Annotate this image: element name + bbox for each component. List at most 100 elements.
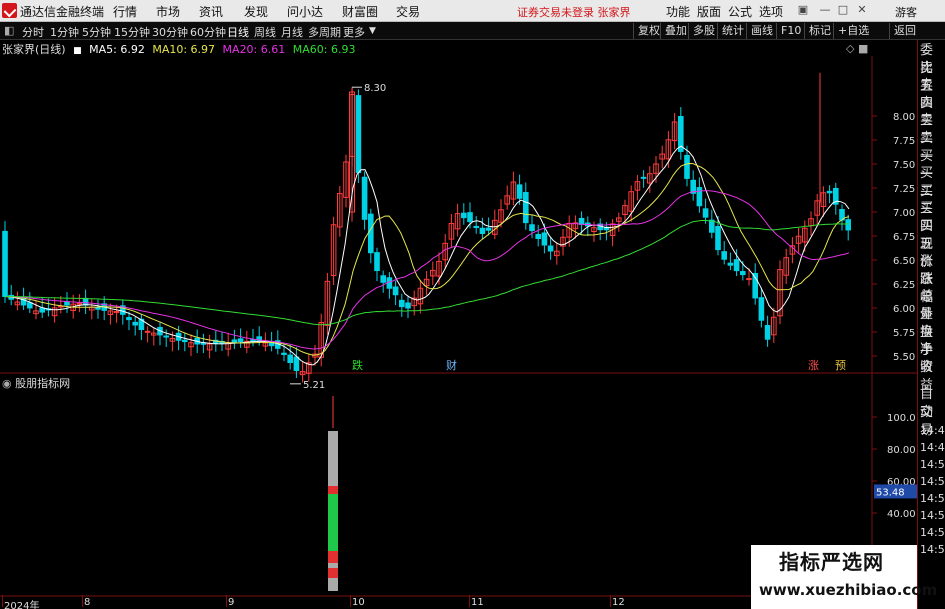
candle-body	[182, 339, 188, 343]
menu-faxian[interactable]: 发现	[244, 3, 268, 20]
f10-button[interactable]: F10	[776, 23, 801, 39]
sub-red-bottom	[328, 551, 338, 563]
duogu-button[interactable]: 多股	[688, 23, 715, 39]
price-label: 8.00	[893, 112, 915, 123]
candle-body	[392, 286, 399, 296]
date-label: 2024年	[4, 601, 40, 609]
candle-body	[740, 271, 746, 276]
date-label: 12	[612, 597, 625, 608]
period-1min[interactable]: 1分钟	[50, 24, 79, 40]
candle-body	[380, 275, 386, 283]
ma60-value: MA60: 6.93	[292, 43, 356, 56]
candle-body	[399, 299, 405, 308]
date-label: 9	[228, 597, 235, 608]
candle-body	[95, 307, 101, 310]
kline-chart[interactable]: 8.30 5.21 8.00 7.75 7.50 7.25 7.00 6.75 6.50 6.2…	[0, 56, 917, 597]
sub-collapse-icon[interactable]: ◉	[2, 377, 12, 390]
menu-gongneng[interactable]: 功能	[666, 3, 690, 20]
minimize-icon[interactable]: —	[818, 3, 832, 17]
skin-icon[interactable]: ▣	[796, 3, 810, 17]
period-weekly[interactable]: 周线	[254, 24, 276, 40]
candle-body	[578, 217, 585, 225]
candle-body	[845, 219, 852, 231]
sub-red-top	[328, 486, 338, 494]
price-label: 7.75	[893, 136, 915, 147]
candle-body	[467, 212, 473, 223]
menu-banmian[interactable]: 版面	[697, 3, 721, 20]
legend-square-icon: ■	[73, 46, 82, 56]
signal-3: 预	[835, 359, 846, 372]
period-15min[interactable]: 15分钟	[114, 24, 150, 40]
menu-xuanxiang[interactable]: 选项	[759, 3, 783, 20]
date-label: 10	[352, 597, 365, 608]
trade-time: 14:50	[920, 458, 945, 471]
candle-body	[709, 219, 715, 233]
candle-body	[696, 187, 703, 207]
menu-jiaoyi[interactable]: 交易	[396, 3, 420, 20]
candle-body	[163, 335, 169, 338]
menu-zixun[interactable]: 资讯	[199, 3, 223, 20]
period-more[interactable]: 更多	[343, 24, 365, 40]
trade-time: 14:50	[920, 475, 945, 488]
period-fenshi[interactable]: 分时	[22, 24, 44, 40]
candle-body	[523, 192, 529, 224]
signal-0: 跌	[352, 358, 363, 372]
huaxian-button[interactable]: 画线	[746, 23, 773, 39]
period-daily[interactable]: 日线	[227, 24, 249, 40]
candle-body	[39, 307, 46, 313]
tongji-button[interactable]: 统计	[717, 23, 744, 39]
period-multi[interactable]: 多周期	[308, 24, 341, 40]
chart-frame	[0, 56, 917, 597]
candle-body	[727, 262, 734, 266]
watermark: 指标严选网 www.xuezhibiao.com	[751, 545, 937, 609]
menu-shichang[interactable]: 市场	[156, 3, 180, 20]
period-5min[interactable]: 5分钟	[82, 24, 111, 40]
restore-icon[interactable]: □	[836, 3, 850, 17]
sub-green-zone	[328, 486, 338, 556]
candle-body	[461, 212, 467, 219]
menu-gongshi[interactable]: 公式	[728, 3, 752, 20]
diejia-button[interactable]: 叠加	[660, 23, 687, 39]
candle-body	[82, 297, 89, 306]
date-tick	[610, 595, 611, 607]
candle-body	[485, 227, 492, 231]
candle-body	[826, 190, 833, 194]
date-label: 11	[471, 597, 484, 608]
candle-body	[547, 245, 554, 252]
period-60min[interactable]: 60分钟	[190, 24, 226, 40]
candle-body	[126, 317, 132, 321]
candle-body	[368, 213, 374, 254]
ma20-value: MA20: 6.61	[222, 43, 286, 56]
back-button[interactable]: 返回	[889, 23, 916, 39]
candle-body	[361, 176, 368, 220]
trade-time: 14:49	[920, 424, 945, 437]
candle-body	[764, 325, 771, 340]
sub-indicator-title: ◉ 股朋指标网	[2, 375, 70, 391]
close-icon[interactable]: ✕	[855, 3, 869, 17]
candle-body	[27, 302, 33, 309]
price-label: 6.50	[893, 256, 915, 267]
date-tick	[82, 595, 83, 607]
candle-body	[405, 302, 411, 309]
candle-body	[355, 95, 362, 174]
trade-time: 14:50	[920, 492, 945, 505]
more-dropdown-icon[interactable]: ▼	[369, 26, 376, 36]
chart-settings-icon[interactable]: ◇ ■	[846, 42, 868, 55]
panel-toggle-icon[interactable]: ◧	[4, 24, 14, 37]
period-30min[interactable]: 30分钟	[152, 24, 188, 40]
fuquan-button[interactable]: 复权	[633, 23, 660, 39]
menu-caifuquan[interactable]: 财富圈	[342, 3, 378, 20]
candle-body	[479, 227, 486, 235]
biaoji-button[interactable]: 标记	[804, 23, 831, 39]
candle-body	[64, 301, 70, 306]
sub-red-base	[328, 568, 338, 578]
add-watchlist-button[interactable]: +自选	[833, 23, 869, 39]
candle-body	[640, 176, 647, 179]
high-annotation: 8.30	[364, 83, 386, 94]
menu-wenxiaoda[interactable]: 问小达	[287, 3, 323, 20]
menu-hangqing[interactable]: 行情	[113, 3, 137, 20]
period-monthly[interactable]: 月线	[281, 24, 303, 40]
ma-lines: 8.30 5.21	[4, 83, 850, 391]
guest-label[interactable]: 游客	[895, 4, 917, 20]
trade-time: 14:49	[920, 441, 945, 454]
